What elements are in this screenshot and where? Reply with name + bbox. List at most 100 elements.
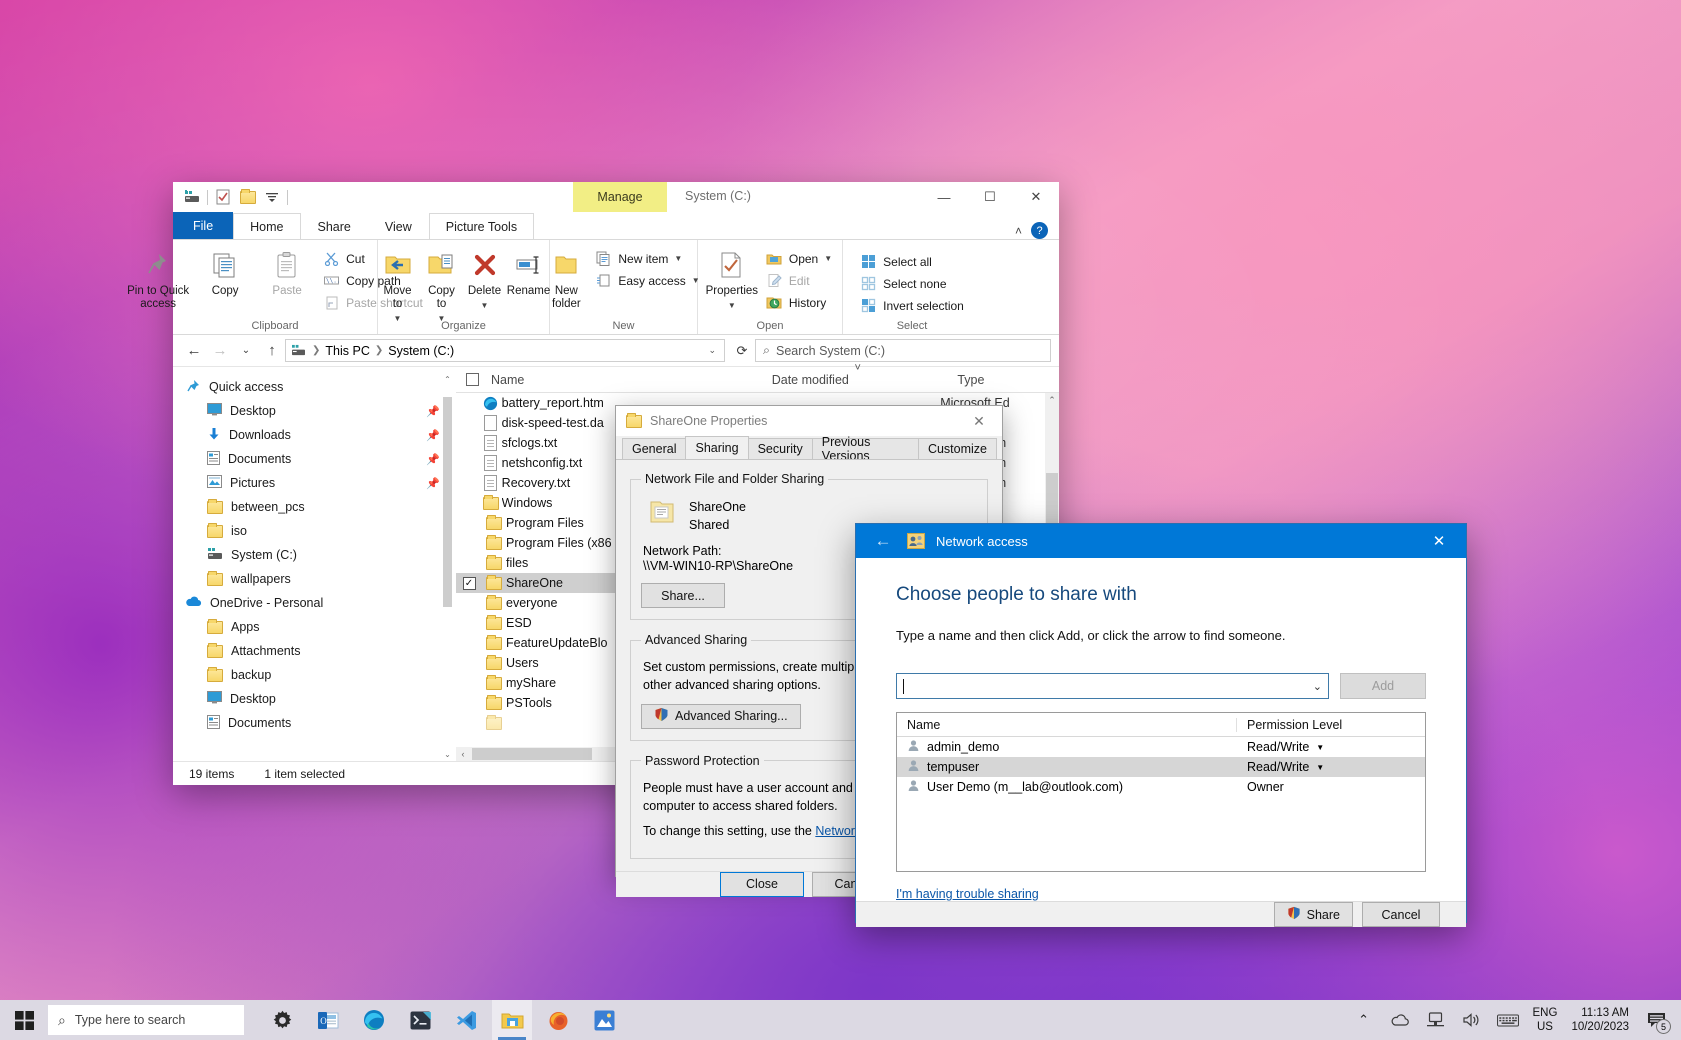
- close-icon[interactable]: ✕: [962, 406, 996, 436]
- sidebar-item-attachments[interactable]: Attachments: [173, 639, 456, 663]
- edit-button[interactable]: Edit: [762, 271, 836, 290]
- sidebar-item-apps[interactable]: Apps: [173, 615, 456, 639]
- pin-icon[interactable]: 📌: [426, 429, 440, 442]
- properties-button[interactable]: Properties ▼: [704, 244, 760, 310]
- move-to-button[interactable]: Move to ▼: [377, 244, 419, 324]
- table-row[interactable]: User Demo (m__lab@outlook.com) Owner: [897, 777, 1425, 797]
- sidebar-item-system-c[interactable]: System (C:): [173, 543, 456, 567]
- breadcrumb-this-pc[interactable]: This PC: [325, 344, 369, 358]
- tab-picture-tools[interactable]: Picture Tools: [428, 213, 535, 239]
- sidebar-item-backup[interactable]: backup: [173, 663, 456, 687]
- table-row[interactable]: tempuser Read/Write ▼: [897, 757, 1425, 777]
- breadcrumb[interactable]: ❯ This PC ❯ System (C:) ⌄: [285, 339, 725, 362]
- trouble-sharing-link[interactable]: I'm having trouble sharing: [896, 887, 1039, 901]
- sidebar-item-iso[interactable]: iso: [173, 519, 456, 543]
- sidebar-item-wallpapers[interactable]: wallpapers: [173, 567, 456, 591]
- search-input[interactable]: ⌕ Search System (C:): [755, 339, 1051, 362]
- recent-locations-icon[interactable]: ⌄: [233, 338, 259, 364]
- help-icon[interactable]: ?: [1031, 222, 1048, 239]
- add-button[interactable]: Add: [1340, 673, 1426, 699]
- sidebar-item-desktop[interactable]: Desktop 📌: [173, 399, 456, 423]
- sidebar-item-between-pcs[interactable]: between_pcs: [173, 495, 456, 519]
- sidebar-item-documents-onedrive[interactable]: Documents: [173, 711, 456, 735]
- pin-icon[interactable]: 📌: [426, 405, 440, 418]
- scroll-down-icon[interactable]: ⌄: [443, 750, 452, 759]
- chevron-down-icon[interactable]: ▼: [728, 301, 736, 310]
- settings-icon[interactable]: [262, 1000, 302, 1040]
- scroll-up-icon[interactable]: ⌃: [443, 375, 452, 384]
- open-button[interactable]: Open ▼: [762, 249, 836, 268]
- row-permission-cell[interactable]: Read/Write ▼: [1237, 760, 1324, 774]
- pin-icon[interactable]: 📌: [426, 453, 440, 466]
- show-hidden-icons-icon[interactable]: ⌃: [1353, 1008, 1375, 1032]
- close-button[interactable]: Close: [720, 871, 804, 897]
- up-arrow-icon[interactable]: ↑: [259, 338, 285, 364]
- collapse-ribbon-icon[interactable]: ˄: [1015, 224, 1022, 238]
- tab-home[interactable]: Home: [233, 213, 301, 239]
- forward-arrow-icon[interactable]: →: [207, 338, 233, 364]
- language-indicator[interactable]: ENG US: [1533, 1006, 1558, 1035]
- onedrive-icon[interactable]: [1389, 1008, 1411, 1032]
- chevron-down-icon[interactable]: ▼: [481, 301, 489, 310]
- navigation-pane-scrollbar[interactable]: ⌃ ⌄: [443, 375, 452, 761]
- action-center-icon[interactable]: 5: [1643, 1007, 1671, 1034]
- pin-to-quick-access-button[interactable]: Pin to Quick access: [123, 244, 193, 311]
- tab-share[interactable]: Share: [301, 213, 368, 239]
- close-icon[interactable]: ✕: [1422, 524, 1456, 558]
- select-none-button[interactable]: Select none: [856, 274, 968, 293]
- history-button[interactable]: History: [762, 293, 836, 312]
- sidebar-item-desktop-onedrive[interactable]: Desktop: [173, 687, 456, 711]
- cancel-button[interactable]: Cancel: [1362, 902, 1440, 927]
- column-header-name[interactable]: Name: [456, 373, 762, 387]
- tab-sharing[interactable]: Sharing: [685, 436, 749, 459]
- tab-file[interactable]: File: [173, 212, 234, 239]
- maximize-button[interactable]: ☐: [967, 182, 1013, 212]
- chevron-down-icon[interactable]: ▼: [674, 254, 682, 263]
- select-all-button[interactable]: Select all: [856, 252, 968, 271]
- taskbar-search-input[interactable]: ⌕ Type here to search: [48, 1005, 244, 1035]
- scroll-up-icon[interactable]: ⌃: [1045, 395, 1059, 406]
- visual-studio-code-icon[interactable]: [446, 1000, 486, 1040]
- new-item-button[interactable]: New item ▼: [591, 249, 703, 268]
- sidebar-item-documents[interactable]: Documents 📌: [173, 447, 456, 471]
- select-all-checkbox[interactable]: [466, 373, 479, 386]
- outlook-icon[interactable]: O: [308, 1000, 348, 1040]
- row-permission-cell[interactable]: Read/Write ▼: [1237, 740, 1324, 754]
- column-header-date-modified[interactable]: Date modified: [762, 362, 948, 387]
- photos-icon[interactable]: [584, 1000, 624, 1040]
- network-icon[interactable]: [1425, 1008, 1447, 1032]
- chevron-down-icon[interactable]: ⌄: [708, 345, 720, 356]
- back-arrow-icon[interactable]: ←: [870, 528, 896, 554]
- chevron-down-icon[interactable]: ▼: [1316, 743, 1324, 752]
- volume-icon[interactable]: [1461, 1008, 1483, 1032]
- table-row[interactable]: admin_demo Read/Write ▼: [897, 737, 1425, 757]
- chevron-down-icon[interactable]: ⌄: [1313, 680, 1322, 693]
- tab-view[interactable]: View: [368, 213, 429, 239]
- firefox-icon[interactable]: [538, 1000, 578, 1040]
- tab-customize[interactable]: Customize: [917, 438, 997, 459]
- touch-keyboard-icon[interactable]: [1496, 1008, 1519, 1032]
- invert-selection-button[interactable]: Invert selection: [856, 296, 968, 315]
- scrollbar-thumb[interactable]: [472, 748, 592, 760]
- breadcrumb-system-c[interactable]: System (C:): [388, 344, 454, 358]
- refresh-icon[interactable]: ⟳: [729, 338, 755, 364]
- chevron-down-icon[interactable]: ▼: [1316, 763, 1324, 772]
- chevron-down-icon[interactable]: ▼: [824, 254, 832, 263]
- row-checkbox-cell[interactable]: ✓: [456, 576, 482, 590]
- clock[interactable]: 11:13 AM 10/20/2023: [1571, 1006, 1629, 1035]
- sidebar-item-onedrive[interactable]: OneDrive - Personal: [173, 591, 456, 615]
- close-button[interactable]: ✕: [1013, 182, 1059, 212]
- share-button[interactable]: Share...: [641, 583, 725, 609]
- windows-terminal-icon[interactable]: [400, 1000, 440, 1040]
- scroll-left-icon[interactable]: ‹: [456, 747, 470, 761]
- advanced-sharing-button[interactable]: Advanced Sharing...: [641, 703, 801, 729]
- sidebar-item-pictures[interactable]: Pictures 📌: [173, 471, 456, 495]
- row-checkbox[interactable]: ✓: [462, 576, 476, 590]
- tab-security[interactable]: Security: [747, 438, 813, 459]
- system-drive-icon[interactable]: [183, 189, 200, 206]
- customize-dropdown-icon[interactable]: [263, 189, 280, 206]
- sidebar-item-quick-access[interactable]: Quick access: [173, 375, 456, 399]
- minimize-button[interactable]: —: [921, 182, 967, 212]
- user-name-combobox[interactable]: ⌄: [896, 673, 1329, 699]
- sidebar-item-downloads[interactable]: Downloads 📌: [173, 423, 456, 447]
